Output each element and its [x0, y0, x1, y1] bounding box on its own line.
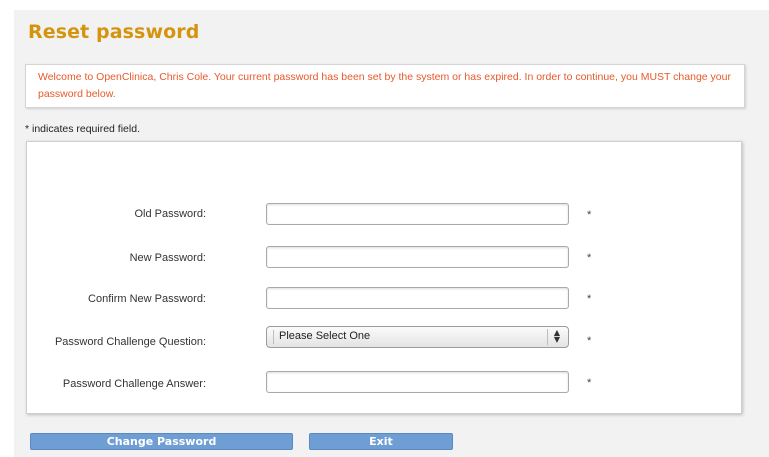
- confirm-password-field[interactable]: [266, 287, 569, 309]
- reset-password-form: Old Password: * New Password: * Confirm …: [26, 141, 742, 414]
- change-password-button[interactable]: Change Password: [30, 433, 293, 450]
- new-password-field[interactable]: [266, 246, 569, 268]
- page-title: Reset password: [28, 21, 200, 43]
- challenge-question-label: Password Challenge Question:: [54, 336, 206, 348]
- exit-button[interactable]: Exit: [309, 433, 453, 450]
- alert-message: Welcome to OpenClinica, Chris Cole. Your…: [25, 64, 745, 108]
- new-password-label: New Password:: [129, 252, 206, 264]
- challenge-answer-label: Password Challenge Answer:: [62, 378, 206, 390]
- required-marker: *: [587, 335, 592, 347]
- select-divider: [273, 330, 274, 344]
- challenge-question-selected: Please Select One: [279, 330, 371, 342]
- old-password-field[interactable]: [266, 203, 569, 225]
- challenge-question-select[interactable]: Please Select One ▲ ▼: [266, 326, 569, 348]
- required-marker: *: [587, 377, 592, 389]
- old-password-label: Old Password:: [134, 208, 206, 220]
- required-marker: *: [587, 252, 592, 264]
- required-marker: *: [587, 209, 592, 221]
- confirm-password-label: Confirm New Password:: [88, 293, 206, 305]
- updown-arrows-icon: ▲ ▼: [547, 329, 560, 345]
- challenge-answer-field[interactable]: [266, 371, 569, 393]
- required-field-note: * indicates required field.: [25, 123, 140, 135]
- required-marker: *: [587, 293, 592, 305]
